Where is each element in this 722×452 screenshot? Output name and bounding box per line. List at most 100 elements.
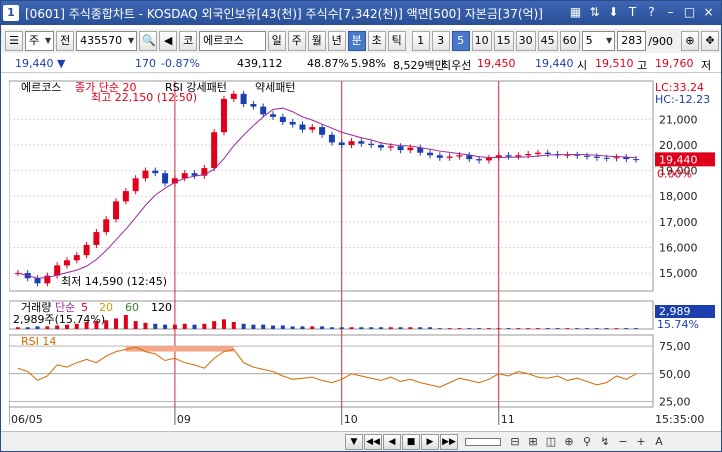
interval-button-2[interactable]: 5 bbox=[451, 31, 470, 51]
pattern-icon[interactable]: ⚲ bbox=[579, 434, 595, 450]
zoom-out-icon[interactable]: ⊟ bbox=[507, 434, 523, 450]
font-size-icon[interactable]: A bbox=[651, 434, 667, 450]
tool-icon-1[interactable]: ⊕ bbox=[681, 31, 699, 51]
close-icon[interactable]: × bbox=[700, 4, 717, 21]
volume-bar bbox=[486, 328, 491, 329]
volume-bar bbox=[55, 325, 60, 329]
window-number: 1 bbox=[3, 5, 19, 21]
toolbar: ☰ 주 전 435570 🔍 ◀ 코 에르코스 일주월년분초틱 13510153… bbox=[1, 29, 721, 53]
question-icon[interactable]: ? bbox=[643, 4, 660, 21]
high-label: 고 bbox=[637, 59, 648, 72]
x-axis-label: 10 bbox=[344, 413, 358, 426]
tool-icon-2[interactable]: ✥ bbox=[701, 31, 719, 51]
volume-bar bbox=[585, 328, 590, 329]
zoom-in-icon[interactable]: ⊞ bbox=[525, 434, 541, 450]
stock-chart[interactable]: 15,00016,00017,00018,00019,00020,00021,0… bbox=[9, 77, 721, 431]
prev-icon[interactable]: ◀ bbox=[383, 433, 401, 450]
quote-change: 170 bbox=[135, 57, 156, 70]
period-button-5[interactable]: 초 bbox=[367, 31, 386, 51]
interval-button-4[interactable]: 15 bbox=[493, 31, 514, 51]
volume-bar bbox=[339, 327, 344, 329]
candle-body bbox=[309, 127, 316, 130]
plus-icon[interactable]: + bbox=[633, 434, 649, 450]
scroll-start-icon[interactable]: ▼ bbox=[345, 433, 363, 450]
font-icon[interactable]: T bbox=[624, 4, 641, 21]
window-title: [0601] 주식종합차트 - KOSDAQ 외국인보유[43(천)] 주식수[… bbox=[25, 6, 543, 21]
stock-name-field[interactable]: 에르코스 bbox=[199, 31, 266, 51]
candle-body bbox=[505, 155, 512, 157]
zoom-area-icon[interactable]: ◫ bbox=[543, 434, 559, 450]
volume-bar bbox=[153, 323, 158, 329]
forward-icon[interactable]: ▶▶ bbox=[440, 433, 458, 450]
minus-icon[interactable]: − bbox=[615, 434, 631, 450]
volume-bar bbox=[280, 325, 285, 329]
search-zoom-icon[interactable]: ⊕ bbox=[561, 434, 577, 450]
low-annotation: 최저 14,590 (12:45) bbox=[61, 275, 167, 288]
candle-body bbox=[436, 155, 443, 158]
candle-body bbox=[113, 201, 120, 220]
quote-volume-ratio: 48.87% bbox=[307, 57, 349, 70]
volume-bar bbox=[369, 327, 374, 329]
interval-button-0[interactable]: 1 bbox=[411, 31, 430, 51]
candle-body bbox=[83, 244, 90, 256]
volume-bar bbox=[535, 328, 540, 329]
chart-menu-button[interactable]: ☰ bbox=[5, 31, 23, 51]
speaker-icon[interactable]: ◀ bbox=[159, 31, 178, 51]
volume-bar bbox=[35, 326, 40, 329]
volume-bar bbox=[212, 321, 217, 329]
volume-bar bbox=[555, 328, 560, 329]
candle-body bbox=[103, 219, 110, 233]
candle-body bbox=[358, 141, 365, 144]
signal-icon[interactable]: ↯ bbox=[597, 434, 613, 450]
volume-bar bbox=[133, 321, 138, 329]
candle-body bbox=[122, 191, 129, 202]
volume-bar bbox=[398, 327, 403, 329]
jeon-button[interactable]: 전 bbox=[56, 31, 75, 51]
period-button-2[interactable]: 월 bbox=[307, 31, 326, 51]
interval-group: 1 3 5 10 15 30 45 60 bbox=[411, 31, 582, 51]
price-tick-label: 18,000 bbox=[659, 190, 698, 203]
download-icon[interactable]: ⬇ bbox=[605, 4, 622, 21]
volume-bar bbox=[496, 328, 501, 329]
price-panel-frame bbox=[9, 80, 654, 292]
volume-bar bbox=[359, 327, 364, 329]
code-input[interactable]: 435570 bbox=[76, 31, 138, 51]
price-legend-item: 약세패턴 bbox=[255, 80, 295, 94]
period-button-3[interactable]: 년 bbox=[327, 31, 346, 51]
volume-bar bbox=[231, 322, 236, 329]
maximize-icon[interactable]: □ bbox=[681, 4, 698, 21]
rsi-tick-label: 75,00 bbox=[659, 340, 691, 353]
interval-button-6[interactable]: 45 bbox=[537, 31, 558, 51]
period-group: 일주월년분초틱 bbox=[267, 31, 408, 51]
title-bar[interactable]: 1 [0601] 주식종합차트 - KOSDAQ 외국인보유[43(천)] 주식… bbox=[1, 1, 721, 25]
count-input[interactable]: 283 bbox=[617, 31, 647, 51]
volume-bar bbox=[388, 327, 393, 329]
interval-button-5[interactable]: 30 bbox=[515, 31, 536, 51]
volume-right-value: 2,989 bbox=[659, 305, 691, 318]
stock-prefix[interactable]: 코 bbox=[179, 31, 198, 51]
interval-select[interactable]: 5 bbox=[581, 31, 616, 51]
title-icons: ▦ ⇅ ⬇ T ? – □ × bbox=[567, 4, 717, 21]
interval-button-1[interactable]: 3 bbox=[431, 31, 450, 51]
grid-icon[interactable]: ▦ bbox=[567, 4, 584, 21]
period-button-1[interactable]: 주 bbox=[287, 31, 306, 51]
period-button-4[interactable]: 분 bbox=[347, 31, 366, 51]
interval-button-7[interactable]: 60 bbox=[559, 31, 580, 51]
rewind-icon[interactable]: ◀◀ bbox=[364, 433, 382, 450]
volume-bar bbox=[241, 323, 246, 329]
next-icon[interactable]: ▶ bbox=[421, 433, 439, 450]
volume-bar bbox=[526, 328, 531, 329]
zoom-slider[interactable] bbox=[465, 437, 501, 446]
sort-icon[interactable]: ⇅ bbox=[586, 4, 603, 21]
candle-body bbox=[73, 255, 80, 261]
stop-icon[interactable]: ■ bbox=[402, 433, 420, 450]
quote-amount: 8,529백만 bbox=[393, 59, 445, 72]
market-type-select[interactable]: 주 bbox=[25, 31, 55, 51]
search-icon[interactable]: 🔍 bbox=[139, 31, 158, 51]
volume-bar bbox=[624, 328, 629, 329]
period-button-6[interactable]: 틱 bbox=[387, 31, 406, 51]
interval-button-3[interactable]: 10 bbox=[471, 31, 492, 51]
minimize-icon[interactable]: – bbox=[662, 4, 679, 21]
period-button-0[interactable]: 일 bbox=[267, 31, 286, 51]
volume-bar bbox=[329, 327, 334, 329]
